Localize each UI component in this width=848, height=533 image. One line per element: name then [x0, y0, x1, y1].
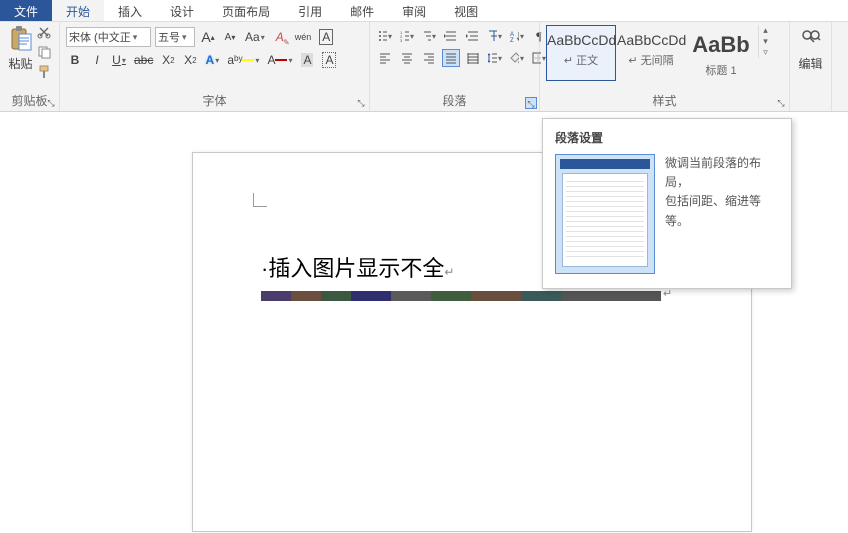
style-name: 标题 1: [687, 62, 755, 78]
style-heading1[interactable]: AaBb 标题 1: [686, 25, 756, 81]
inserted-image[interactable]: [261, 291, 661, 301]
group-paragraph: 123 AZ ¶: [370, 22, 540, 111]
tooltip-description: 微调当前段落的布局， 包括间距、缩进等等。: [665, 154, 779, 274]
align-center-button[interactable]: [398, 49, 416, 67]
group-label-font: 字体: [66, 92, 363, 111]
indent-increase-button[interactable]: [464, 27, 482, 45]
tooltip-title: 段落设置: [555, 129, 779, 146]
svg-text:Z: Z: [510, 38, 514, 42]
scroll-down-icon[interactable]: ▾: [759, 36, 772, 47]
asian-layout-button[interactable]: [486, 27, 504, 45]
align-justify-button[interactable]: [442, 49, 460, 67]
font-launcher-icon[interactable]: ⤡: [355, 97, 367, 109]
clear-format-button[interactable]: A✎: [271, 28, 289, 46]
tab-insert[interactable]: 插入: [104, 0, 156, 21]
sort-button[interactable]: AZ: [508, 27, 526, 45]
style-preview: AaBbCcDd: [547, 32, 615, 48]
style-normal[interactable]: AaBbCcDd ↵ 正文: [546, 25, 616, 81]
copy-icon[interactable]: [37, 45, 53, 61]
group-editing: 编辑: [790, 22, 832, 111]
clipboard-launcher-icon[interactable]: ⤡: [45, 97, 57, 109]
line-spacing-button[interactable]: [486, 49, 504, 67]
ribbon: 粘贴 剪贴板 ⤡ 宋体 (中文正 五号 A▴ A▾ Aa A✎ wén: [0, 22, 848, 112]
font-color-button[interactable]: A: [265, 51, 294, 69]
group-label-paragraph: 段落: [376, 92, 533, 111]
paragraph-launcher-icon[interactable]: ⤡: [525, 97, 537, 109]
paste-icon: [7, 25, 35, 53]
char-border-button[interactable]: A: [320, 51, 338, 69]
shrink-font-button[interactable]: A▾: [221, 28, 239, 46]
tooltip-thumbnail: [555, 154, 655, 274]
group-clipboard: 粘贴 剪贴板 ⤡: [0, 22, 60, 111]
style-gallery-scroll[interactable]: ▴ ▾ ▿: [758, 25, 772, 58]
phonetic-guide-button[interactable]: wén: [293, 28, 314, 46]
bold-button[interactable]: B: [66, 51, 84, 69]
tab-home[interactable]: 开始: [52, 0, 104, 21]
char-shading-button[interactable]: A: [298, 51, 316, 69]
margin-corner-icon: [253, 193, 267, 207]
group-font: 宋体 (中文正 五号 A▴ A▾ Aa A✎ wén A B I U abc X…: [60, 22, 370, 111]
strike-button[interactable]: abc: [132, 51, 155, 69]
style-nospacing[interactable]: AaBbCcDd ↵ 无间隔: [616, 25, 686, 81]
svg-text:3: 3: [400, 38, 403, 42]
style-preview: AaBb: [687, 32, 755, 58]
paste-button[interactable]: 粘贴: [6, 25, 35, 72]
grow-font-button[interactable]: A▴: [199, 28, 217, 46]
ribbon-tabs: 文件 开始 插入 设计 页面布局 引用 邮件 审阅 视图: [0, 0, 848, 22]
document-heading[interactable]: ·插入图片显示不全↵: [261, 251, 454, 283]
italic-button[interactable]: I: [88, 51, 106, 69]
font-size-combo[interactable]: 五号: [155, 27, 195, 47]
tab-references[interactable]: 引用: [284, 0, 336, 21]
style-name: ↵ 无间隔: [617, 52, 685, 68]
char-frame-button[interactable]: A: [317, 28, 335, 46]
style-preview: AaBbCcDd: [617, 32, 685, 48]
align-right-button[interactable]: [420, 49, 438, 67]
tab-mailings[interactable]: 邮件: [336, 0, 388, 21]
paragraph-settings-tooltip: 段落设置 微调当前段落的布局， 包括间距、缩进等等。: [542, 118, 792, 289]
styles-launcher-icon[interactable]: ⤡: [775, 97, 787, 109]
font-name-combo[interactable]: 宋体 (中文正: [66, 27, 151, 47]
scroll-up-icon[interactable]: ▴: [759, 25, 772, 36]
format-painter-icon[interactable]: [37, 65, 53, 81]
change-case-button[interactable]: Aa: [243, 28, 267, 46]
paste-label: 粘贴: [8, 55, 32, 72]
superscript-button[interactable]: X2: [181, 51, 199, 69]
tab-layout[interactable]: 页面布局: [208, 0, 284, 21]
align-distributed-button[interactable]: [464, 49, 482, 67]
group-label-styles: 样式: [546, 92, 783, 111]
group-styles: AaBbCcDd ↵ 正文 AaBbCcDd ↵ 无间隔 AaBb 标题 1 ▴…: [540, 22, 790, 111]
tab-view[interactable]: 视图: [440, 0, 492, 21]
find-icon: [797, 25, 825, 53]
tab-file[interactable]: 文件: [0, 0, 52, 21]
shading-button[interactable]: [508, 49, 526, 67]
editing-label: 编辑: [798, 55, 822, 72]
highlight-button[interactable]: aᵇʸ: [225, 51, 261, 69]
bullets-button[interactable]: [376, 27, 394, 45]
tab-design[interactable]: 设计: [156, 0, 208, 21]
align-left-button[interactable]: [376, 49, 394, 67]
tab-review[interactable]: 审阅: [388, 0, 440, 21]
text-effects-button[interactable]: A: [203, 51, 221, 69]
multilevel-button[interactable]: [420, 27, 438, 45]
return-mark-icon: ↵: [444, 265, 454, 279]
gallery-expand-icon[interactable]: ▿: [759, 47, 772, 58]
editing-button[interactable]: 编辑: [796, 25, 825, 72]
numbering-button[interactable]: 123: [398, 27, 416, 45]
style-name: ↵ 正文: [547, 52, 615, 68]
indent-decrease-button[interactable]: [442, 27, 460, 45]
heading-text: 插入图片显示不全: [268, 256, 444, 281]
cut-icon[interactable]: [37, 25, 53, 41]
subscript-button[interactable]: X2: [159, 51, 177, 69]
underline-button[interactable]: U: [110, 51, 128, 69]
